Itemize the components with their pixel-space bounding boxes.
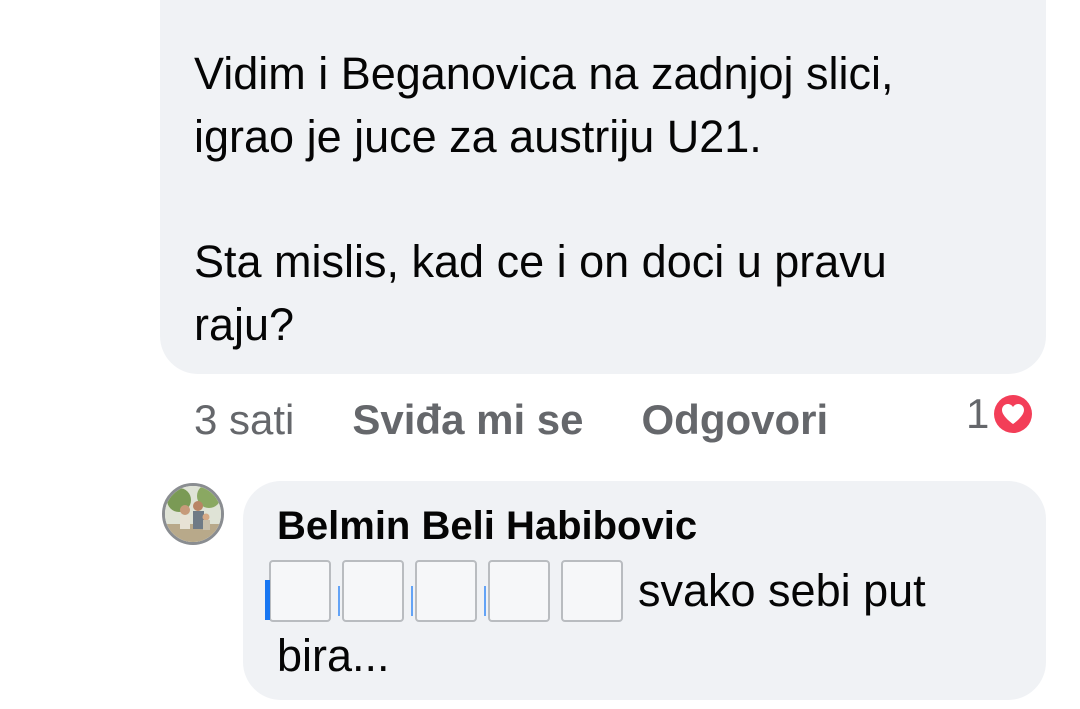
reply-text: bira...: [277, 630, 390, 681]
avatar[interactable]: [162, 483, 224, 545]
comment-text-line: raju?: [194, 299, 295, 350]
comment-bubble: Vidim i Beganovica na zadnjoj slici, igr…: [160, 0, 1046, 374]
unsupported-emoji-glyph: [265, 560, 331, 622]
comment-author[interactable]: Belmin Beli Habibovic: [277, 499, 1012, 553]
unsupported-emoji-glyph: [484, 560, 550, 622]
unsupported-emoji-glyph: [561, 560, 623, 622]
comment-text-line: Vidim i Beganovica na zadnjoj slici,: [194, 48, 894, 99]
comment-actions: 3 sati Sviđa mi se Odgovori: [194, 392, 1054, 448]
heart-icon: [991, 392, 1036, 436]
unsupported-emoji-glyph: [411, 560, 477, 622]
comment-text-line: igrao je juce za austriju U21.: [194, 111, 762, 162]
unsupported-emoji-glyph: [338, 560, 404, 622]
reply-text-line: svako sebi put: [265, 557, 1012, 625]
reply-button[interactable]: Odgovori: [642, 396, 829, 444]
comment-timestamp[interactable]: 3 sati: [194, 396, 294, 444]
reply-text: svako sebi put: [638, 565, 926, 616]
reply-bubble: Belmin Beli Habibovic svako sebi put bir…: [243, 481, 1046, 700]
comment-text-line: Sta mislis, kad ce i on doci u pravu: [194, 236, 887, 287]
like-button[interactable]: Sviđa mi se: [352, 396, 583, 444]
reaction-summary[interactable]: 1: [966, 386, 1036, 442]
reaction-count: 1: [966, 390, 990, 437]
